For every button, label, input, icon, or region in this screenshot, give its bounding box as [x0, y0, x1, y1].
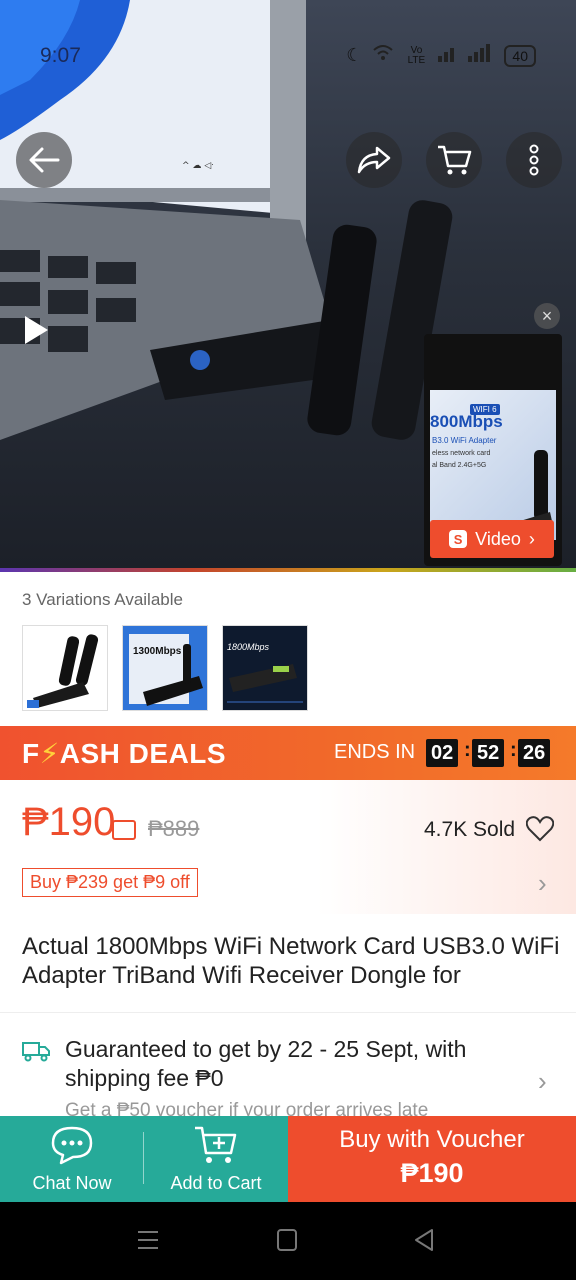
svg-text:^ ☁ ◁ᐧ: ^ ☁ ◁ᐧ — [182, 161, 214, 171]
chevron-right-icon[interactable]: › — [538, 868, 547, 899]
variation-thumb-1[interactable] — [22, 625, 108, 711]
variation-image-3: 1800Mbps — [223, 626, 307, 710]
ends-in-label: ENDS IN — [334, 741, 416, 763]
play-button[interactable] — [8, 302, 64, 358]
back-arrow-icon — [29, 147, 60, 173]
signal-icon — [438, 44, 494, 67]
moon-icon: ☾ — [346, 45, 363, 65]
variation-image-2: 1300Mbps — [123, 626, 207, 710]
add-to-cart-button[interactable]: Add to Cart — [144, 1116, 288, 1202]
status-bar: 9:07 ☾ Vo LTE 40 — [0, 40, 576, 70]
back-button[interactable] — [16, 132, 72, 188]
back-triangle-icon[interactable] — [412, 1228, 436, 1252]
video-button[interactable]: S Video › — [430, 520, 554, 558]
chevron-right-icon[interactable]: › — [538, 1066, 547, 1097]
video-button-label: Video — [475, 528, 521, 549]
timer-colon: : — [510, 739, 517, 761]
buy-with-voucher-label: Buy with Voucher — [339, 1126, 525, 1153]
play-icon — [25, 316, 48, 344]
system-navigation-bar — [0, 1202, 576, 1280]
sold-count: 4.7K Sold — [424, 818, 516, 841]
share-icon — [357, 146, 391, 174]
variation-2-label: 1300Mbps — [133, 646, 182, 657]
lightning-icon: ⚡ — [39, 738, 60, 769]
mini-line3: al Band 2.4G+5G — [432, 462, 487, 469]
status-time: 9:07 — [40, 44, 81, 67]
flash-deals-title: F⚡ASH DEALS — [22, 737, 226, 770]
mini-video-close-button[interactable]: × — [534, 303, 560, 329]
cart-button[interactable] — [426, 132, 482, 188]
variation-image-1 — [23, 626, 107, 710]
cart-icon — [438, 145, 472, 175]
current-price: ₱190 — [22, 800, 116, 844]
home-icon[interactable] — [276, 1228, 298, 1252]
timer-minutes: 52 — [472, 739, 505, 767]
flash-title-prefix: F — [22, 738, 40, 769]
hero-bottom-line — [0, 568, 576, 572]
price-section: ₱190 ₱889 4.7K Sold Buy ₱239 get ₱9 off … — [0, 780, 576, 914]
product-media-hero[interactable]: ^ ☁ ◁ᐧ 9:07 ☾ Vo LTE 40 × WIFI 6 800Mbps… — [0, 0, 576, 572]
chat-now-button[interactable]: Chat Now — [0, 1116, 144, 1202]
flash-title-rest: ASH DEALS — [59, 738, 227, 769]
more-options-button[interactable] — [506, 132, 562, 188]
product-title: Actual 1800Mbps WiFi Network Card USB3.0… — [22, 933, 560, 989]
variation-thumb-2[interactable]: 1300Mbps — [122, 625, 208, 711]
mini-line2: eless network card — [432, 450, 491, 457]
buy-with-voucher-price: ₱190 — [400, 1158, 464, 1188]
shipping-guarantee[interactable]: Guaranteed to get by 22 - 25 Sept, with … — [65, 1035, 525, 1093]
more-vertical-icon — [529, 144, 539, 176]
buy-with-voucher-button[interactable]: Buy with Voucher ₱190 — [288, 1116, 576, 1202]
share-button[interactable] — [346, 132, 402, 188]
variations-label: 3 Variations Available — [22, 590, 183, 609]
menu-icon[interactable] — [136, 1228, 160, 1252]
mini-video-thumbnail: WIFI 6 800Mbps B3.0 WiFi Adapter eless n… — [430, 390, 556, 540]
heart-icon[interactable] — [526, 816, 554, 842]
flash-deals-banner[interactable]: F⚡ASH DEALS ENDS IN 02 : 52 : 26 — [0, 726, 576, 780]
truck-icon — [22, 1042, 50, 1062]
shopee-video-icon: S — [449, 530, 468, 548]
timer-hours: 02 — [426, 739, 459, 767]
original-price: ₱889 — [148, 816, 200, 841]
mini-line1: B3.0 WiFi Adapter — [432, 436, 497, 445]
coins-icon — [112, 820, 136, 840]
divider — [0, 1012, 576, 1013]
mini-speed-text: 800Mbps — [430, 412, 503, 431]
volte-label: Vo LTE — [407, 44, 426, 66]
bottom-action-bar: Chat Now Add to Cart Buy with Voucher ₱1… — [0, 1116, 576, 1202]
battery-indicator: 40 — [504, 44, 536, 67]
chevron-right-icon: › — [528, 528, 535, 549]
wifi-icon — [372, 44, 394, 67]
timer-seconds: 26 — [518, 739, 551, 767]
add-to-cart-label: Add to Cart — [170, 1173, 262, 1193]
variation-thumb-3[interactable]: 1800Mbps — [222, 625, 308, 711]
chat-icon — [51, 1126, 93, 1165]
add-to-cart-icon — [195, 1126, 237, 1163]
bundle-promo-badge[interactable]: Buy ₱239 get ₱9 off — [22, 868, 198, 897]
chat-now-label: Chat Now — [32, 1173, 112, 1193]
timer-colon: : — [464, 739, 471, 761]
mini-video-player[interactable]: WIFI 6 800Mbps B3.0 WiFi Adapter eless n… — [424, 334, 562, 566]
status-icons: ☾ Vo LTE 40 — [346, 44, 536, 67]
variation-3-label: 1800Mbps — [227, 642, 270, 652]
